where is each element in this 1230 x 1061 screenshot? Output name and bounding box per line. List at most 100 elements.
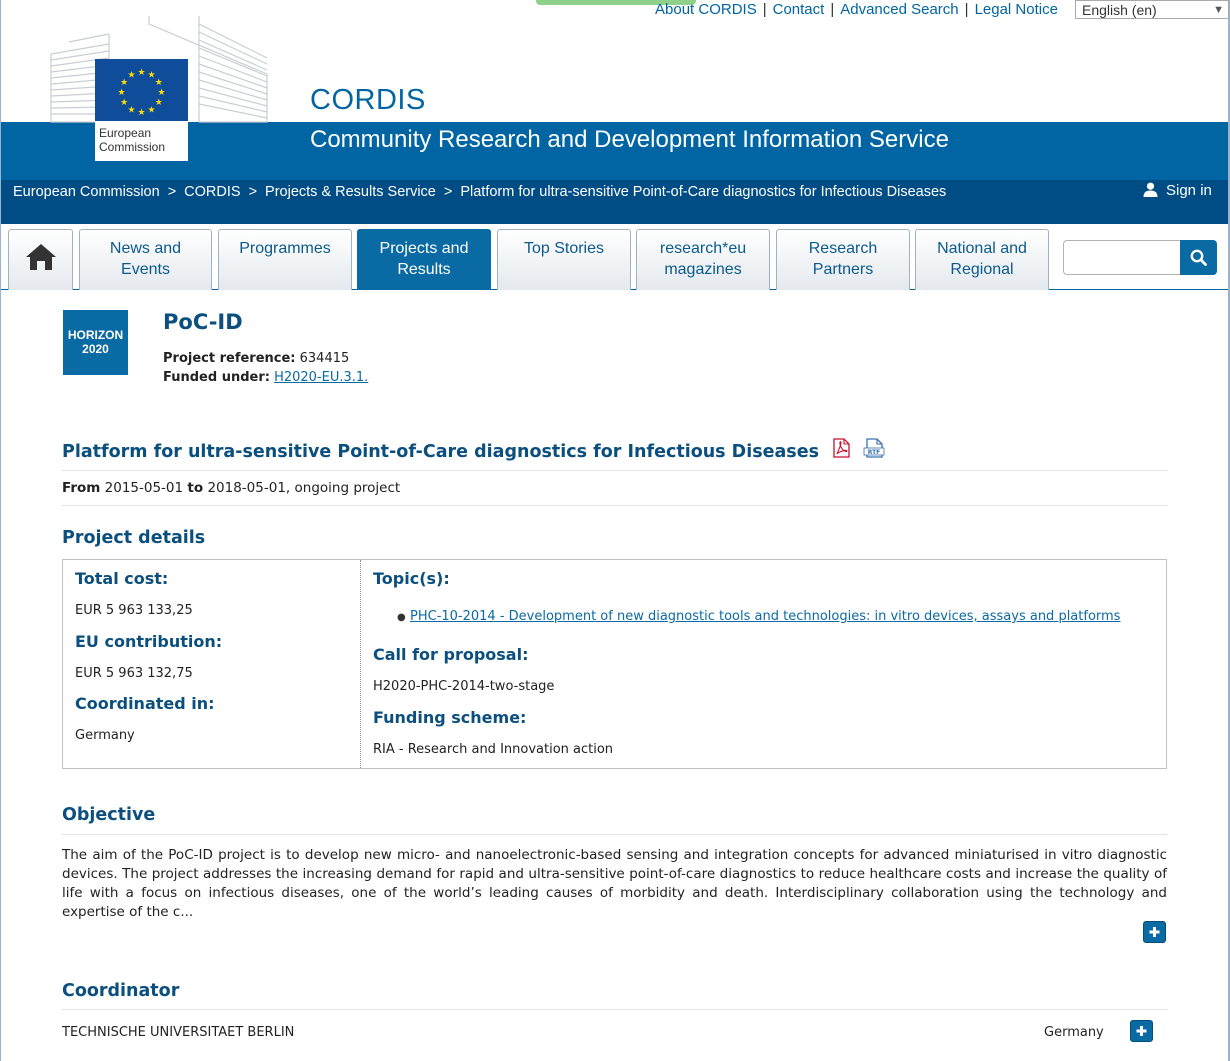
- breadcrumb-separator: >: [167, 184, 177, 200]
- expand-coordinator-button[interactable]: [1130, 1020, 1153, 1042]
- bullet-icon: ●: [397, 612, 406, 623]
- tab-top-stories[interactable]: Top Stories: [497, 229, 631, 290]
- european-commission-logo[interactable]: ★ ★ ★ ★ ★ ★ ★ ★ ★ ★ ★ ★ European Commiss…: [95, 59, 188, 161]
- plus-icon: [1136, 1026, 1147, 1036]
- tab-label: magazines: [664, 261, 742, 278]
- project-acronym: PoC-ID: [163, 310, 243, 334]
- funding-scheme-label: Funding scheme:: [373, 708, 527, 727]
- breadcrumb: European Commission > CORDIS > Projects & Re…: [13, 182, 983, 202]
- ec-logo-text: European Commission: [99, 126, 166, 154]
- advanced-search-link[interactable]: Advanced Search: [840, 1, 958, 18]
- divider: [62, 1009, 1167, 1010]
- project-details-box: Total cost: EUR 5 963 133,25 EU contribu…: [62, 559, 1167, 769]
- project-status: , ongoing project: [285, 480, 401, 496]
- tab-label: Results: [397, 261, 451, 278]
- coordinator-country: Germany: [1044, 1025, 1104, 1040]
- tab-news-and-events[interactable]: News and Events: [79, 229, 212, 290]
- link-separator: |: [830, 1, 835, 18]
- language-select[interactable]: English (en) ▼: [1075, 0, 1229, 19]
- svg-text:★: ★: [117, 88, 125, 98]
- site-name[interactable]: CORDIS: [310, 84, 426, 117]
- label-colon: :: [264, 370, 270, 385]
- project-reference-row: Project reference: 634415: [163, 349, 368, 368]
- tab-label: Regional: [950, 261, 1014, 278]
- project-title-row: Platform for ultra-sensitive Point-of-Ca…: [62, 438, 885, 462]
- project-details-heading: Project details: [62, 528, 206, 548]
- topic-item: PHC-10-2014 - Development of new diagnos…: [410, 609, 1120, 624]
- sign-in-link[interactable]: Sign in: [1143, 182, 1212, 199]
- total-cost-label: Total cost:: [75, 569, 169, 588]
- funded-under-link[interactable]: H2020-EU.3.1.: [274, 370, 368, 385]
- breadcrumb-item[interactable]: CORDIS: [184, 184, 240, 200]
- user-icon: [1143, 182, 1158, 197]
- tab-national-and-regional[interactable]: National and Regional: [915, 229, 1049, 290]
- objective-text: The aim of the PoC-ID project is to deve…: [62, 847, 1167, 920]
- divider: [62, 505, 1167, 506]
- tab-label: Top Stories: [523, 240, 605, 257]
- pdf-icon[interactable]: [831, 438, 851, 458]
- contact-link[interactable]: Contact: [773, 1, 825, 18]
- language-value: English (en): [1082, 2, 1157, 18]
- sign-in-label: Sign in: [1166, 182, 1212, 199]
- start-date: 2015-05-01: [104, 480, 184, 496]
- plus-icon: [1149, 927, 1160, 937]
- tab-label: Partners: [812, 261, 874, 278]
- breadcrumb-item[interactable]: European Commission: [13, 184, 160, 200]
- coordinator-heading: Coordinator: [62, 981, 180, 1001]
- eu-flag-icon: ★ ★ ★ ★ ★ ★ ★ ★ ★ ★ ★ ★: [95, 59, 188, 121]
- divider: [62, 470, 1167, 471]
- top-links: About CORDIS | Contact | Advanced Search | Leg…: [655, 1, 1058, 18]
- end-date: 2018-05-01: [207, 480, 286, 496]
- svg-text:★: ★: [127, 71, 135, 81]
- tab-projects-and-results[interactable]: Projects and Results: [357, 229, 491, 290]
- search-input[interactable]: [1063, 240, 1181, 275]
- svg-text:★: ★: [147, 105, 155, 115]
- objective-heading: Objective: [62, 805, 156, 825]
- tab-label: research*eu: [659, 240, 747, 257]
- breadcrumb-item[interactable]: Projects & Results Service: [265, 184, 436, 200]
- tab-research-eu-magazines[interactable]: research*eu magazines: [636, 229, 770, 290]
- from-label: From: [62, 480, 101, 496]
- coordinated-in-value: Germany: [75, 728, 135, 743]
- total-cost-value: EUR 5 963 133,25: [75, 603, 193, 618]
- svg-text:★: ★: [137, 68, 145, 78]
- coordinated-in-label: Coordinated in:: [75, 694, 215, 713]
- svg-text:RTF: RTF: [868, 449, 881, 456]
- svg-text:★: ★: [137, 108, 145, 118]
- call-for-proposal-value: H2020-PHC-2014-two-stage: [373, 679, 555, 694]
- svg-text:★: ★: [120, 98, 128, 108]
- chevron-down-icon: ▼: [1213, 4, 1224, 16]
- link-separator: |: [762, 1, 767, 18]
- to-label: to: [187, 480, 204, 496]
- topic-link[interactable]: PHC-10-2014 - Development of new diagnos…: [410, 609, 1120, 624]
- tab-label: Events: [121, 261, 170, 278]
- reference-label: Project reference: [163, 351, 291, 366]
- eu-contribution-label: EU contribution:: [75, 632, 223, 651]
- rtf-icon[interactable]: RTF: [863, 438, 885, 458]
- tab-home[interactable]: [8, 229, 73, 290]
- column-divider: [360, 560, 361, 768]
- funded-under-row: Funded under: H2020-EU.3.1.: [163, 368, 368, 387]
- project-dates: From 2015-05-01 to 2018-05-01, ongoing p…: [62, 480, 400, 496]
- horizon-2020-badge: HORIZON 2020: [63, 310, 128, 375]
- svg-text:★: ★: [155, 78, 163, 88]
- expand-objective-button[interactable]: [1143, 921, 1166, 943]
- badge-line: HORIZON: [67, 328, 124, 342]
- call-for-proposal-label: Call for proposal:: [373, 645, 529, 664]
- eu-contribution-value: EUR 5 963 132,75: [75, 666, 193, 681]
- breadcrumb-separator: >: [248, 184, 258, 200]
- legal-notice-link[interactable]: Legal Notice: [975, 1, 1058, 18]
- tab-label: Projects and: [379, 240, 469, 257]
- project-meta: Project reference: 634415 Funded under: …: [163, 349, 368, 387]
- badge-line: 2020: [82, 342, 109, 356]
- breadcrumb-bar: European Commission > CORDIS > Projects & Re…: [1, 180, 1228, 224]
- project-reference: 634415: [299, 351, 350, 366]
- tab-programmes[interactable]: Programmes: [218, 229, 352, 290]
- svg-text:★: ★: [127, 105, 135, 115]
- about-link[interactable]: About CORDIS: [655, 1, 757, 18]
- search-button[interactable]: [1180, 240, 1217, 275]
- breadcrumb-separator: >: [443, 184, 453, 200]
- tab-label: Research: [808, 240, 878, 257]
- tab-research-partners[interactable]: Research Partners: [776, 229, 910, 290]
- home-icon: [25, 244, 56, 270]
